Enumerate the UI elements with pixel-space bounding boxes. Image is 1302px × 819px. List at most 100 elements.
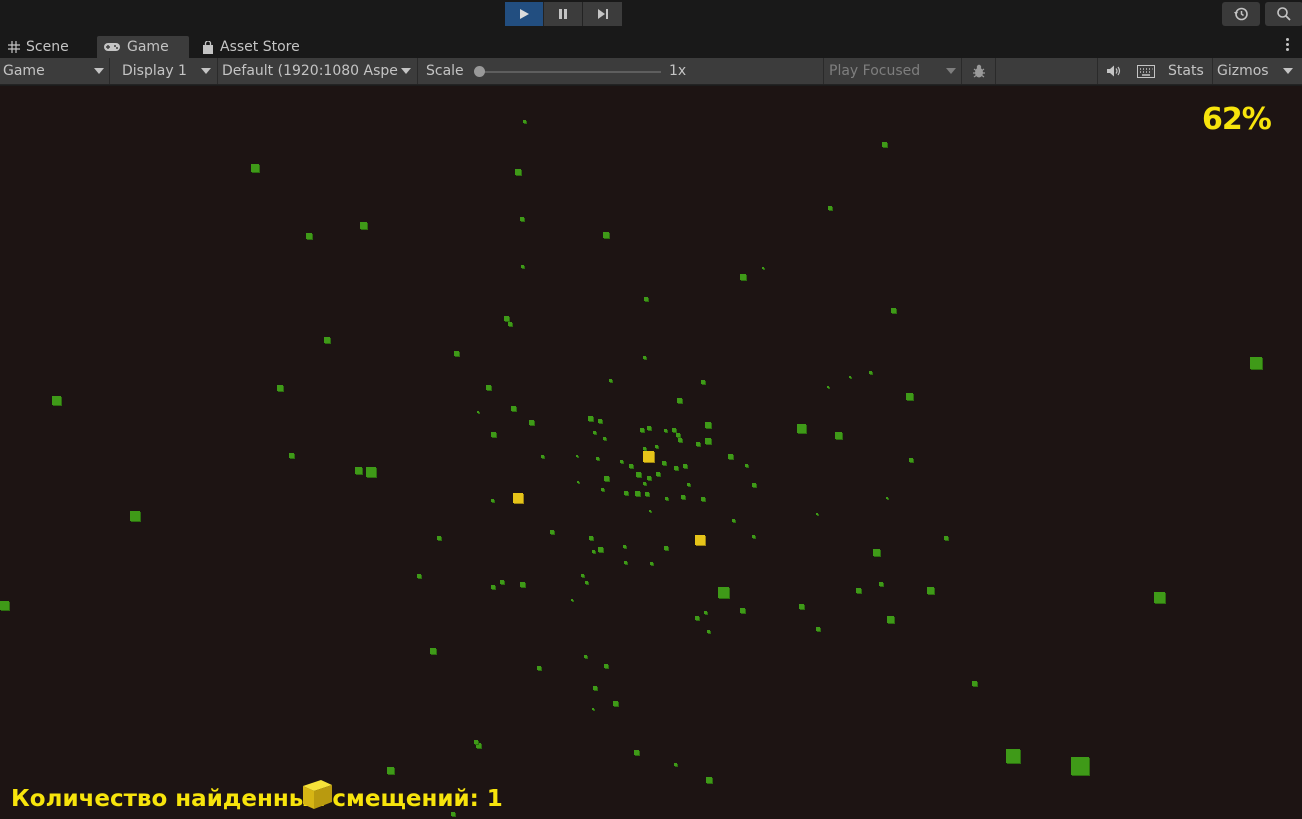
- green-cube: [510, 405, 516, 411]
- green-cube: [647, 476, 651, 480]
- green-cube: [705, 422, 711, 428]
- green-cube: [603, 475, 609, 481]
- green-cube: [623, 560, 627, 564]
- green-cube: [647, 426, 651, 430]
- green-cube: [515, 169, 521, 175]
- pause-button[interactable]: [544, 2, 583, 26]
- green-cube: [520, 264, 524, 268]
- green-cube: [672, 428, 676, 432]
- frame-debugger-button[interactable]: [962, 58, 996, 84]
- keyboard-shortcuts-button[interactable]: [1132, 58, 1160, 84]
- history-icon: [1234, 7, 1248, 21]
- green-cube: [751, 534, 755, 538]
- green-cube: [577, 481, 579, 483]
- step-button[interactable]: [583, 2, 622, 26]
- scale-slider-handle[interactable]: [474, 66, 485, 77]
- green-cube: [663, 428, 667, 432]
- view-dropdown[interactable]: Game: [0, 58, 110, 84]
- gold-cube-foreground: [303, 780, 332, 809]
- green-cube: [827, 386, 829, 388]
- green-cube: [130, 511, 140, 521]
- gizmos-button[interactable]: Gizmos: [1214, 58, 1276, 84]
- speaker-icon: [1107, 65, 1121, 77]
- green-cube: [868, 370, 872, 374]
- green-cube: [490, 431, 496, 437]
- green-cube: [640, 428, 644, 432]
- green-cube: [664, 546, 668, 550]
- search-button[interactable]: [1265, 2, 1302, 26]
- chevron-down-icon: [401, 68, 411, 74]
- green-cube: [503, 315, 509, 321]
- green-cube: [816, 627, 820, 631]
- green-cube: [886, 497, 888, 499]
- green-cube: [705, 438, 711, 444]
- green-cube: [971, 680, 977, 686]
- green-cube: [656, 472, 660, 476]
- green-cube: [944, 536, 948, 540]
- gizmos-dropdown-button[interactable]: [1278, 58, 1300, 84]
- green-cube: [642, 481, 646, 485]
- green-cube: [619, 459, 623, 463]
- green-cube: [890, 307, 896, 313]
- green-cube: [664, 496, 668, 500]
- view-dropdown-label: Game: [3, 63, 45, 79]
- green-cube: [701, 497, 705, 501]
- mute-audio-button[interactable]: [1100, 58, 1128, 84]
- green-cube: [589, 536, 593, 540]
- green-cube: [451, 812, 455, 816]
- green-cube: [417, 574, 421, 578]
- top-toolbar: [0, 0, 1302, 33]
- keyboard-icon: [1137, 64, 1155, 78]
- green-cube: [645, 492, 649, 496]
- green-cube: [593, 686, 597, 690]
- green-cube: [744, 463, 748, 467]
- game-viewport[interactable]: [0, 86, 1302, 819]
- green-cube: [696, 442, 700, 446]
- green-cube: [909, 458, 913, 462]
- green-cube: [662, 461, 666, 465]
- tab-scene[interactable]: Scene: [2, 36, 94, 58]
- chevron-down-icon: [1283, 68, 1293, 74]
- green-cube: [1250, 357, 1262, 369]
- green-cube: [354, 466, 362, 474]
- bug-icon: [972, 64, 985, 78]
- display-dropdown[interactable]: Display 1: [110, 58, 218, 84]
- green-cube: [740, 274, 746, 280]
- history-button[interactable]: [1222, 2, 1260, 26]
- green-cube: [1071, 757, 1089, 775]
- green-cube: [576, 455, 578, 457]
- green-cube: [608, 378, 612, 382]
- green-cube: [550, 530, 554, 534]
- green-cube: [642, 446, 646, 450]
- green-cube: [508, 322, 512, 326]
- more-options-icon[interactable]: [1286, 38, 1290, 51]
- green-cube: [603, 232, 609, 238]
- green-cube: [695, 616, 699, 620]
- green-cube: [584, 580, 588, 584]
- tab-label: Scene: [26, 39, 69, 55]
- green-cube: [762, 267, 764, 269]
- play-button[interactable]: [505, 2, 544, 26]
- green-cube: [681, 495, 685, 499]
- green-cube: [571, 599, 573, 601]
- play-focused-dropdown[interactable]: Play Focused: [824, 58, 962, 84]
- tab-game[interactable]: Game: [97, 36, 189, 58]
- step-icon: [597, 9, 608, 19]
- green-cube: [796, 423, 806, 433]
- green-cube: [604, 664, 608, 668]
- green-cube: [731, 518, 735, 522]
- stats-button[interactable]: Stats: [1163, 58, 1213, 84]
- gold-cube: [695, 535, 705, 545]
- scale-slider-track[interactable]: [480, 71, 661, 73]
- play-controls: [505, 2, 622, 26]
- green-cube: [683, 464, 687, 468]
- found-offsets-counter: Количество найденных смещений: 1: [11, 786, 503, 812]
- green-cube: [592, 430, 596, 434]
- tab-asset-store[interactable]: Asset Store: [196, 36, 316, 58]
- green-cube: [642, 355, 646, 359]
- aspect-dropdown[interactable]: Default (1920:1080 Aspe: [218, 58, 418, 84]
- green-cube: [649, 561, 653, 565]
- green-cube: [798, 603, 804, 609]
- green-cube: [633, 749, 639, 755]
- window-tabs: Scene Game Asset Store: [0, 33, 1302, 58]
